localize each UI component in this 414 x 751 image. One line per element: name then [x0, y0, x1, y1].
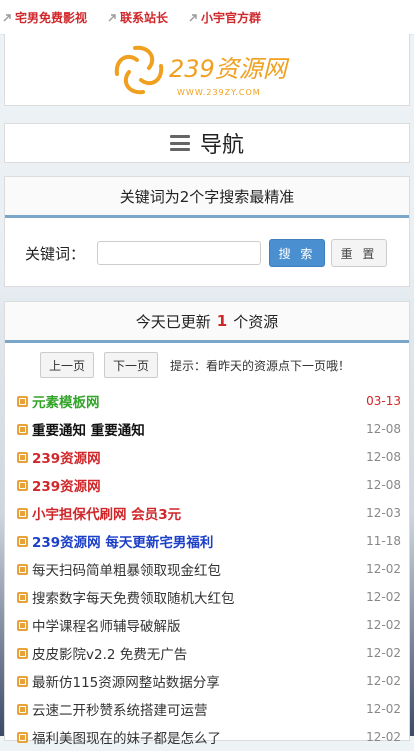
prev-page-button[interactable]: 上一页	[40, 352, 95, 378]
logo-url: WWW.239ZY.COM	[177, 88, 261, 97]
list-item[interactable]: 小宇担保代刷网 会员3元 12-03	[17, 499, 401, 527]
top-link-contact[interactable]: 联系站长	[107, 9, 168, 26]
list-item[interactable]: 239资源网 12-08	[17, 471, 401, 499]
list-item-title[interactable]: 中学课程名师辅导破解版	[32, 615, 361, 635]
update-suffix: 个资源	[233, 312, 279, 331]
new-badge-icon	[17, 423, 28, 435]
list-item-date: 12-02	[366, 674, 401, 688]
list-item-title[interactable]: 皮皮影院v2.2 免费无广告	[32, 643, 361, 663]
list-item[interactable]: 福利美图现在的妹子都是怎么了 12-02	[17, 723, 401, 751]
list-item-date: 12-02	[366, 590, 401, 604]
list-item[interactable]: 最新仿115资源网整站数据分享 12-02	[17, 667, 401, 695]
list-item-title[interactable]: 元素模板网	[32, 391, 361, 411]
list-item[interactable]: 重要通知 重要通知 12-08	[17, 415, 401, 443]
list-item[interactable]: 元素模板网 03-13	[17, 387, 401, 415]
logo-graphic: 239资源网 WWW.239ZY.COM	[114, 45, 290, 97]
search-panel: 关键词为2个字搜索最精准 关键词： 搜 索 重 置	[4, 176, 410, 287]
list-item[interactable]: 皮皮影院v2.2 免费无广告 12-02	[17, 639, 401, 667]
new-badge-icon	[17, 619, 28, 631]
top-link-bar: 宅男免费影视 联系站长 小宇官方群	[0, 0, 414, 35]
list-item-title[interactable]: 云速二开秒赞系统搭建可运营	[32, 699, 361, 719]
top-link-label: 小宇官方群	[201, 10, 262, 25]
top-link-label: 联系站长	[120, 10, 169, 25]
search-title: 关键词为2个字搜索最精准	[5, 177, 409, 218]
list-item-date: 12-08	[366, 478, 401, 492]
list-item-title[interactable]: 福利美图现在的妹子都是怎么了	[32, 727, 361, 747]
new-badge-icon	[17, 395, 28, 407]
list-item-title[interactable]: 每天扫码简单粗暴领取现金红包	[32, 559, 361, 579]
link-icon	[2, 12, 12, 22]
new-badge-icon	[17, 563, 28, 575]
list-item-date: 12-02	[366, 562, 401, 576]
top-link-label: 宅男免费影视	[15, 10, 88, 25]
pager: 上一页 下一页 提示：看昨天的资源点下一页哦！	[5, 343, 409, 387]
list-item[interactable]: 239资源网 12-08	[17, 443, 401, 471]
list-item-date: 12-02	[366, 618, 401, 632]
list-item-title[interactable]: 搜索数字每天免费领取随机大红包	[32, 587, 361, 607]
keyword-label: 关键词：	[25, 244, 86, 263]
nav-button[interactable]: 导航	[4, 123, 410, 163]
next-page-button[interactable]: 下一页	[104, 352, 159, 378]
list-item-title[interactable]: 最新仿115资源网整站数据分享	[32, 671, 361, 691]
resource-list: 元素模板网 03-13 重要通知 重要通知 12-08 239资源网 12-08 239资源…	[5, 387, 409, 751]
new-badge-icon	[17, 451, 28, 463]
new-badge-icon	[17, 647, 28, 659]
pager-hint: 提示：看昨天的资源点下一页哦！	[170, 358, 351, 373]
list-item[interactable]: 云速二开秒赞系统搭建可运营 12-02	[17, 695, 401, 723]
list-item-title[interactable]: 239资源网	[32, 475, 361, 495]
list-item-date: 12-02	[366, 730, 401, 744]
search-button[interactable]: 搜 索	[269, 239, 325, 267]
list-item-date: 03-13	[366, 394, 401, 408]
update-prefix: 今天已更新	[135, 312, 211, 331]
menu-icon	[169, 135, 190, 151]
list-item-title[interactable]: 重要通知 重要通知	[32, 419, 361, 439]
list-item-date: 12-03	[366, 506, 401, 520]
list-item[interactable]: 239资源网 每天更新宅男福利 11-18	[17, 527, 401, 555]
update-summary: 今天已更新 1 个资源	[5, 302, 409, 343]
link-icon	[107, 12, 117, 22]
list-item[interactable]: 搜索数字每天免费领取随机大红包 12-02	[17, 583, 401, 611]
update-count: 1	[216, 312, 228, 330]
list-item-date: 12-08	[366, 422, 401, 436]
link-icon	[188, 12, 198, 22]
new-badge-icon	[17, 675, 28, 687]
list-item-date: 11-18	[366, 534, 401, 548]
new-badge-icon	[17, 703, 28, 715]
top-link-group[interactable]: 小宇官方群	[188, 9, 261, 26]
reset-button[interactable]: 重 置	[331, 239, 387, 267]
site-logo[interactable]: 239资源网 WWW.239ZY.COM	[4, 34, 410, 106]
list-item-date: 12-08	[366, 450, 401, 464]
keyword-input[interactable]	[97, 241, 261, 265]
list-item[interactable]: 中学课程名师辅导破解版 12-02	[17, 611, 401, 639]
resource-list-panel: 今天已更新 1 个资源 上一页 下一页 提示：看昨天的资源点下一页哦！ 元素模板…	[4, 301, 410, 747]
list-item[interactable]: 每天扫码简单粗暴领取现金红包 12-02	[17, 555, 401, 583]
new-badge-icon	[17, 591, 28, 603]
list-item-title[interactable]: 239资源网 每天更新宅男福利	[32, 531, 361, 551]
list-item-title[interactable]: 小宇担保代刷网 会员3元	[32, 503, 361, 523]
list-item-date: 12-02	[366, 702, 401, 716]
logo-name: 239资源网	[169, 55, 290, 83]
top-link-movies[interactable]: 宅男免费影视	[2, 9, 87, 26]
new-badge-icon	[17, 731, 28, 743]
list-item-date: 12-02	[366, 646, 401, 660]
new-badge-icon	[17, 479, 28, 491]
nav-label: 导航	[199, 133, 244, 158]
new-badge-icon	[17, 507, 28, 519]
new-badge-icon	[17, 535, 28, 547]
list-item-title[interactable]: 239资源网	[32, 447, 361, 467]
